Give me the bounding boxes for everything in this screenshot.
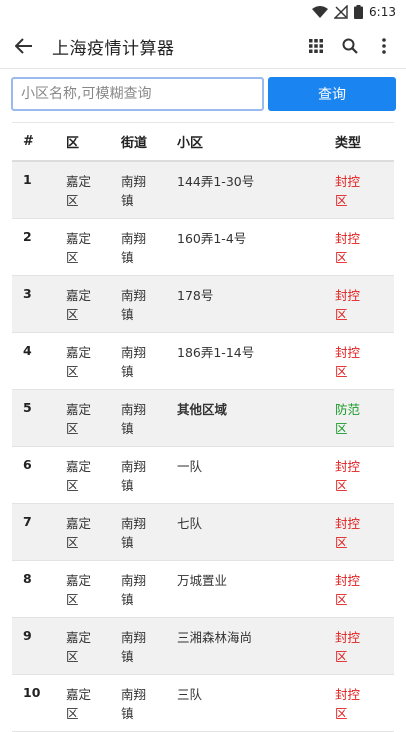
row-street: 南翔镇 — [121, 288, 147, 322]
row-street: 南翔镇 — [121, 231, 147, 265]
row-type-badge: 封控区 — [335, 288, 361, 322]
row-community: 144弄1-30号 — [177, 174, 255, 189]
battery-icon — [354, 5, 364, 19]
more-vert-icon[interactable] — [372, 34, 396, 58]
header-num: # — [23, 134, 34, 149]
row-community: 186弄1-14号 — [177, 345, 255, 360]
table-row[interactable]: 7 嘉定区 南翔镇 七队 封控区 — [12, 504, 394, 561]
header-district: 区 — [66, 136, 80, 151]
row-num: 4 — [23, 343, 32, 358]
table-row[interactable]: 8 嘉定区 南翔镇 万城置业 封控区 — [12, 561, 394, 618]
table-header: # 区 街道 小区 类型 — [12, 122, 394, 162]
row-type-badge: 防范区 — [335, 402, 361, 436]
row-num: 7 — [23, 514, 32, 529]
row-type-badge: 封控区 — [335, 174, 361, 208]
header-community: 小区 — [177, 136, 204, 151]
row-num: 3 — [23, 286, 32, 301]
row-num: 6 — [23, 457, 32, 472]
row-community: 三湘森林海尚 — [177, 630, 253, 645]
row-street: 南翔镇 — [121, 516, 147, 550]
row-district: 嘉定区 — [66, 516, 92, 550]
row-district: 嘉定区 — [66, 459, 92, 493]
table-body: 1 嘉定区 南翔镇 144弄1-30号 封控区 2 嘉定区 南翔镇 160弄1-4号 封控区 3 嘉定… — [12, 162, 394, 732]
status-bar: 6:13 — [0, 0, 406, 24]
row-type-badge: 封控区 — [335, 459, 361, 493]
row-district: 嘉定区 — [66, 288, 92, 322]
table-row[interactable]: 5 嘉定区 南翔镇 其他区域 防范区 — [12, 390, 394, 447]
row-district: 嘉定区 — [66, 231, 92, 265]
table-row[interactable]: 6 嘉定区 南翔镇 一队 封控区 — [12, 447, 394, 504]
row-community: 178号 — [177, 288, 214, 303]
row-district: 嘉定区 — [66, 345, 92, 379]
app-bar: 上海疫情计算器 — [0, 24, 406, 68]
row-street: 南翔镇 — [121, 573, 147, 607]
table-row[interactable]: 1 嘉定区 南翔镇 144弄1-30号 封控区 — [12, 162, 394, 219]
row-community: 其他区域 — [177, 402, 228, 417]
search-icon[interactable] — [338, 34, 362, 58]
query-button[interactable]: 查询 — [268, 77, 396, 111]
row-community: 三队 — [177, 687, 203, 702]
row-street: 南翔镇 — [121, 630, 147, 664]
row-type-badge: 封控区 — [335, 687, 361, 721]
row-district: 嘉定区 — [66, 687, 92, 721]
search-input[interactable] — [11, 77, 264, 111]
row-street: 南翔镇 — [121, 402, 147, 436]
result-table: # 区 街道 小区 类型 1 嘉定区 南翔镇 144弄1-30号 封控区 2 嘉定区 南翔镇 1… — [12, 122, 394, 732]
row-street: 南翔镇 — [121, 459, 147, 493]
table-row[interactable]: 2 嘉定区 南翔镇 160弄1-4号 封控区 — [12, 219, 394, 276]
row-num: 2 — [23, 229, 32, 244]
header-street: 街道 — [121, 136, 148, 151]
header-type: 类型 — [335, 136, 362, 151]
row-type-badge: 封控区 — [335, 516, 361, 550]
wifi-icon — [312, 5, 329, 19]
signal-off-icon — [334, 5, 348, 19]
row-district: 嘉定区 — [66, 630, 92, 664]
search-bar: 查询 — [0, 68, 406, 128]
row-district: 嘉定区 — [66, 573, 92, 607]
table-row[interactable]: 4 嘉定区 南翔镇 186弄1-14号 封控区 — [12, 333, 394, 390]
table-row[interactable]: 10 嘉定区 南翔镇 三队 封控区 — [12, 675, 394, 732]
row-num: 5 — [23, 400, 32, 415]
row-num: 1 — [23, 172, 32, 187]
row-district: 嘉定区 — [66, 174, 92, 208]
row-community: 七队 — [177, 516, 203, 531]
row-type-badge: 封控区 — [335, 630, 361, 664]
row-community: 一队 — [177, 459, 203, 474]
row-street: 南翔镇 — [121, 687, 147, 721]
row-community: 万城置业 — [177, 573, 228, 588]
row-district: 嘉定区 — [66, 402, 92, 436]
back-arrow-icon[interactable] — [12, 34, 36, 58]
row-type-badge: 封控区 — [335, 345, 361, 379]
row-type-badge: 封控区 — [335, 231, 361, 265]
row-street: 南翔镇 — [121, 174, 147, 208]
table-row[interactable]: 3 嘉定区 南翔镇 178号 封控区 — [12, 276, 394, 333]
status-time: 6:13 — [369, 5, 396, 19]
row-street: 南翔镇 — [121, 345, 147, 379]
row-num: 8 — [23, 571, 32, 586]
row-num: 9 — [23, 628, 32, 643]
table-row[interactable]: 9 嘉定区 南翔镇 三湘森林海尚 封控区 — [12, 618, 394, 675]
page-title: 上海疫情计算器 — [52, 38, 175, 59]
grid-apps-icon[interactable] — [304, 34, 328, 58]
row-type-badge: 封控区 — [335, 573, 361, 607]
row-community: 160弄1-4号 — [177, 231, 247, 246]
row-num: 10 — [23, 685, 41, 700]
